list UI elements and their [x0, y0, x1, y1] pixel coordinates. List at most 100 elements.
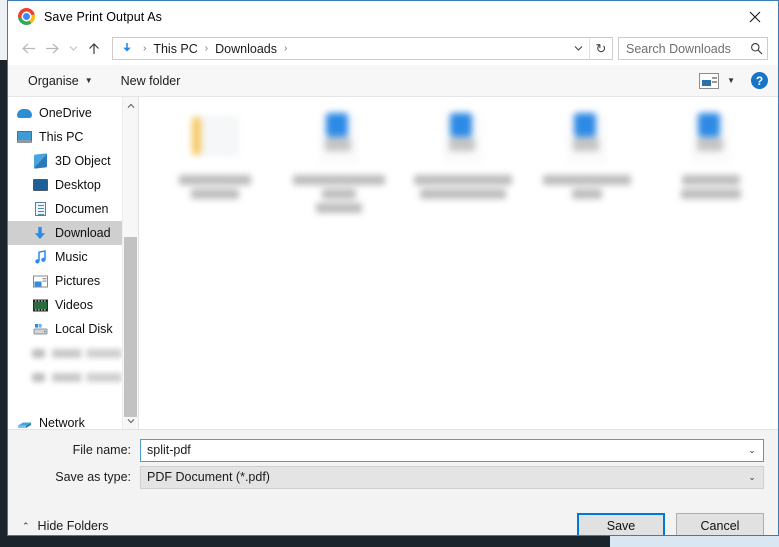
chevron-up-icon: ⌃ [22, 520, 30, 531]
breadcrumb-item-downloads[interactable]: Downloads [213, 42, 279, 56]
chevron-down-icon[interactable]: ⌄ [741, 472, 763, 483]
desktop-icon [32, 177, 48, 193]
save-as-type-row: Save as type: PDF Document (*.pdf) ⌄ [22, 465, 764, 489]
chevron-down-icon: ▼ [84, 76, 93, 85]
downloads-arrow-icon [119, 41, 135, 57]
file-name-label [411, 175, 515, 199]
chevron-down-icon[interactable]: ⌄ [741, 445, 763, 456]
sidebar-item-label [52, 348, 122, 358]
breadcrumb: › This PC › Downloads › [138, 42, 567, 56]
file-list-item[interactable] [649, 111, 773, 241]
window-title: Save Print Output As [44, 9, 163, 24]
save-as-type-label: Save as type: [55, 470, 131, 484]
file-name-row: File name: split-pdf ⌄ [22, 438, 764, 462]
save-as-type-select[interactable]: PDF Document (*.pdf) ⌄ [140, 465, 764, 489]
sidebar-item-pictures[interactable]: Pictures [8, 269, 138, 293]
help-icon[interactable]: ? [751, 72, 768, 89]
sidebar-item-label [52, 372, 122, 382]
sidebar-item-network[interactable]: Network [8, 411, 138, 429]
address-bar[interactable]: › This PC › Downloads › ↻ [112, 37, 613, 60]
file-list-item[interactable] [401, 111, 525, 241]
search-placeholder: Search Downloads [626, 41, 731, 56]
sidebar-item-desktop[interactable]: Desktop [8, 173, 138, 197]
sidebar-item-downloads[interactable]: Download [8, 221, 138, 245]
view-mode-icon[interactable] [699, 72, 720, 89]
up-arrow-icon[interactable] [82, 37, 106, 61]
dialog-content: OneDrive This PC 3D Object Desktop Docum… [8, 97, 778, 429]
dialog-footer: ⌃ Hide Folders Save Cancel [8, 502, 778, 535]
file-list-item[interactable] [525, 111, 649, 241]
refresh-icon[interactable]: ↻ [589, 38, 612, 59]
sidebar-item-label: Desktop [55, 178, 101, 192]
forward-arrow-icon[interactable] [40, 37, 64, 61]
save-as-type-value: PDF Document (*.pdf) [147, 470, 270, 484]
pictures-icon [32, 273, 48, 289]
new-folder-button[interactable]: New folder [121, 74, 181, 88]
sidebar-item-3d-objects[interactable]: 3D Object [8, 149, 138, 173]
sidebar-item-videos[interactable]: Videos [8, 293, 138, 317]
view-mode-chevron-down-icon[interactable]: ▼ [727, 76, 735, 85]
breadcrumb-separator: › [283, 43, 288, 54]
network-icon [16, 415, 32, 429]
file-name-input[interactable]: split-pdf ⌄ [140, 438, 764, 462]
sidebar-item-onedrive[interactable]: OneDrive [8, 101, 138, 125]
sidebar-item-label: Pictures [55, 274, 101, 288]
breadcrumb-item-this-pc[interactable]: This PC [151, 42, 199, 56]
scroll-down-arrow-icon[interactable] [123, 412, 138, 429]
scroll-up-arrow-icon[interactable] [123, 97, 138, 114]
file-icon [683, 111, 739, 173]
file-name-label [287, 175, 391, 213]
back-arrow-icon[interactable] [16, 37, 40, 61]
sidebar-scrollbar[interactable] [122, 97, 138, 429]
sidebar-item-this-pc[interactable]: This PC [8, 125, 138, 149]
file-name-label [659, 175, 763, 199]
sidebar-item-label: Documen [55, 202, 109, 216]
documents-icon [32, 201, 48, 217]
local-disk-icon [32, 321, 48, 337]
recent-locations-chevron-icon[interactable] [64, 37, 82, 61]
videos-icon [32, 297, 48, 313]
drive-icon [32, 348, 45, 358]
hide-folders-button[interactable]: ⌃ Hide Folders [22, 519, 108, 533]
sidebar-item-label: Videos [55, 298, 93, 312]
file-list[interactable] [139, 97, 778, 429]
breadcrumb-separator: › [143, 43, 147, 54]
scrollbar-thumb[interactable] [124, 237, 137, 417]
file-icon [559, 111, 615, 173]
cancel-button[interactable]: Cancel [676, 513, 764, 535]
this-pc-icon [16, 129, 32, 145]
sidebar-item-documents[interactable]: Documen [8, 197, 138, 221]
new-folder-label: New folder [120, 73, 181, 88]
folder-icon [187, 111, 243, 173]
downloads-icon [32, 225, 48, 241]
close-button[interactable] [732, 1, 778, 32]
hide-folders-label: Hide Folders [37, 519, 109, 533]
organise-label: Organise [28, 73, 79, 88]
sidebar-item-redacted-drive[interactable] [8, 341, 138, 365]
chrome-logo-icon [18, 8, 35, 25]
chevron-down-icon[interactable] [567, 38, 589, 59]
sidebar-item-label: This PC [39, 130, 84, 144]
sidebar-item-label: Network [39, 416, 85, 429]
save-file-dialog: Save Print Output As › This PC › Downloa… [7, 0, 779, 536]
file-list-item[interactable] [153, 111, 277, 241]
3d-objects-icon [32, 153, 48, 169]
sidebar-item-local-disk[interactable]: Local Disk [8, 317, 138, 341]
file-name-label [163, 175, 267, 199]
sidebar-item-label: OneDrive [39, 106, 92, 120]
breadcrumb-separator: › [204, 43, 209, 54]
command-toolbar: Organise ▼ New folder ▼ ? [8, 65, 778, 97]
sidebar-item-music[interactable]: Music [8, 245, 138, 269]
navigation-bar: › This PC › Downloads › ↻ Search Downloa… [8, 32, 778, 65]
navigation-sidebar: OneDrive This PC 3D Object Desktop Docum… [8, 97, 139, 429]
search-input[interactable]: Search Downloads [618, 37, 768, 60]
organise-menu-button[interactable]: Organise ▼ [28, 74, 93, 88]
music-icon [32, 249, 48, 265]
sidebar-item-label: Download [55, 226, 111, 240]
drive-icon [32, 372, 45, 382]
file-list-item[interactable] [277, 111, 401, 241]
sidebar-item-label: Music [55, 250, 88, 264]
sidebar-item-label: Local Disk [55, 322, 113, 336]
save-button[interactable]: Save [577, 513, 665, 535]
sidebar-item-redacted-drive[interactable] [8, 365, 138, 389]
